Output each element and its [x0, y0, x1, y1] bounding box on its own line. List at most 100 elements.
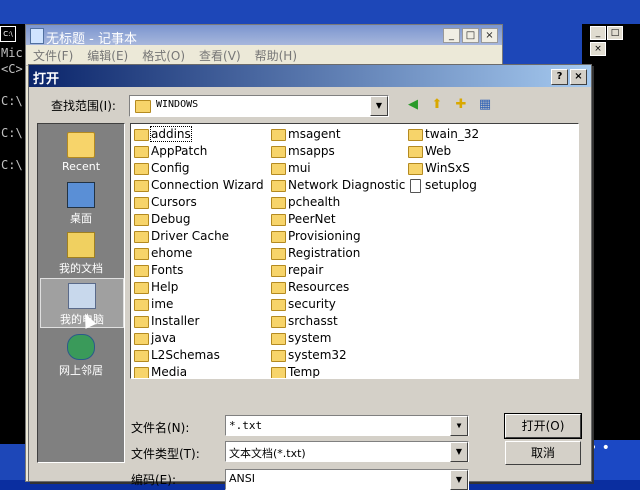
up-folder-icon[interactable]: ⬆ — [427, 96, 447, 114]
file-column: twain_32 Web WinSxS setuplog — [407, 126, 479, 194]
close-icon[interactable]: × — [481, 28, 498, 43]
new-folder-icon[interactable]: ✚ — [451, 96, 471, 114]
close-icon[interactable]: × — [590, 42, 606, 56]
folder-icon — [134, 129, 149, 141]
file-list-item[interactable]: Cursors — [133, 194, 264, 211]
file-name: WinSxS — [425, 161, 470, 175]
notepad-titlebar[interactable]: 无标题 - 记事本 _ □ × — [26, 25, 502, 47]
folder-icon — [271, 129, 286, 141]
file-list-item[interactable]: ime — [133, 296, 264, 313]
file-name: twain_32 — [425, 127, 480, 141]
file-list-item[interactable]: L2Schemas — [133, 347, 264, 364]
folder-icon — [271, 231, 286, 243]
dialog-titlebar[interactable]: 打开 ? × — [29, 65, 591, 87]
place-network[interactable]: 网上邻居 — [40, 330, 122, 378]
view-menu-icon[interactable]: ▦ — [475, 96, 495, 114]
file-list-item[interactable]: java — [133, 330, 264, 347]
help-icon[interactable]: ? — [551, 69, 568, 85]
file-list-item[interactable]: Temp — [270, 364, 405, 378]
cancel-button[interactable]: 取消 — [505, 441, 581, 465]
folder-icon — [271, 350, 286, 362]
maximize-icon[interactable]: □ — [462, 28, 479, 43]
folder-icon — [134, 333, 149, 345]
filename-value: *.txt — [229, 419, 263, 432]
place-my-documents[interactable]: 我的文档 — [40, 228, 122, 276]
file-name: Help — [151, 280, 179, 294]
file-name: Connection Wizard — [151, 178, 264, 192]
file-list-item[interactable]: Debug — [133, 211, 264, 228]
file-list-item[interactable]: Help — [133, 279, 264, 296]
folder-icon — [271, 316, 286, 328]
file-list-item[interactable]: AppPatch — [133, 143, 264, 160]
file-list-item[interactable]: WinSxS — [407, 160, 479, 177]
folder-icon — [408, 129, 423, 141]
file-list-item[interactable]: repair — [270, 262, 405, 279]
file-list-item[interactable]: twain_32 — [407, 126, 479, 143]
filename-input[interactable]: *.txt ▼ — [225, 415, 469, 436]
place-label: 我的文档 — [59, 262, 103, 275]
file-list-item[interactable]: Resources — [270, 279, 405, 296]
file-list-item[interactable]: Registration — [270, 245, 405, 262]
file-list-item[interactable]: msagent — [270, 126, 405, 143]
file-name: repair — [288, 263, 324, 277]
file-name: system — [288, 331, 332, 345]
file-list-item[interactable]: Web — [407, 143, 479, 160]
minimize-icon[interactable]: _ — [590, 26, 606, 40]
file-list-item[interactable]: Media — [133, 364, 264, 379]
file-name: Config — [151, 161, 190, 175]
file-list-item[interactable]: srchasst — [270, 313, 405, 330]
file-list-item[interactable]: system — [270, 330, 405, 347]
file-name: Network Diagnostic — [288, 178, 406, 192]
file-list-item[interactable]: mui — [270, 160, 405, 177]
file-list-item[interactable]: PeerNet — [270, 211, 405, 228]
chevron-down-icon[interactable]: ▼ — [450, 442, 468, 462]
close-icon[interactable]: × — [570, 69, 587, 85]
place-recent[interactable]: Recent — [40, 128, 122, 176]
file-list-item[interactable]: Config — [133, 160, 264, 177]
place-label: 桌面 — [70, 212, 92, 225]
folder-icon — [134, 282, 149, 294]
console-line: C:\ — [1, 158, 23, 172]
console-line: Mic — [1, 46, 23, 60]
file-list-item[interactable]: ehome — [133, 245, 264, 262]
filetype-dropdown[interactable]: 文本文档(*.txt) ▼ — [225, 441, 469, 462]
file-list[interactable]: addins AppPatch Config Connection Wizard Cur… — [130, 123, 579, 379]
file-list-item[interactable]: Network Diagnostic — [270, 177, 405, 194]
file-list-item[interactable]: addins — [133, 126, 264, 143]
file-list-item[interactable]: security — [270, 296, 405, 313]
file-list-item[interactable]: pchealth — [270, 194, 405, 211]
file-list-item[interactable]: system32 — [270, 347, 405, 364]
notepad-title: 无标题 - 记事本 — [46, 32, 137, 47]
file-name: srchasst — [288, 314, 338, 328]
place-desktop[interactable]: 桌面 — [40, 178, 122, 226]
menu-format[interactable]: 格式(O) — [135, 45, 192, 66]
minimize-icon[interactable]: _ — [443, 28, 460, 43]
back-icon[interactable]: ◀ — [403, 96, 423, 114]
maximize-icon[interactable]: □ — [607, 26, 623, 40]
chevron-down-icon[interactable]: ▼ — [370, 96, 388, 116]
file-name: L2Schemas — [151, 348, 220, 362]
file-list-item[interactable]: Driver Cache — [133, 228, 264, 245]
folder-icon — [271, 299, 286, 311]
look-in-dropdown[interactable]: WINDOWS ▼ — [129, 95, 389, 117]
file-list-item[interactable]: Fonts — [133, 262, 264, 279]
network-places-icon — [67, 334, 95, 360]
file-list-item[interactable]: Connection Wizard — [133, 177, 264, 194]
file-list-item[interactable]: Installer — [133, 313, 264, 330]
menu-edit[interactable]: 编辑(E) — [80, 45, 135, 66]
file-list-item[interactable]: setuplog — [407, 177, 479, 194]
open-button[interactable]: 打开(O) — [504, 413, 582, 439]
file-name: Web — [425, 144, 452, 158]
file-name: Media — [151, 365, 188, 379]
menu-help[interactable]: 帮助(H) — [248, 45, 304, 66]
folder-icon — [408, 146, 423, 158]
chevron-down-icon[interactable]: ▼ — [450, 416, 468, 436]
chevron-down-icon[interactable]: ▼ — [450, 470, 468, 490]
file-list-item[interactable]: msapps — [270, 143, 405, 160]
menu-file[interactable]: 文件(F) — [26, 45, 80, 66]
file-name: ehome — [151, 246, 193, 260]
file-name: Provisioning — [288, 229, 361, 243]
menu-view[interactable]: 查看(V) — [192, 45, 248, 66]
file-list-item[interactable]: Provisioning — [270, 228, 405, 245]
file-name: pchealth — [288, 195, 341, 209]
